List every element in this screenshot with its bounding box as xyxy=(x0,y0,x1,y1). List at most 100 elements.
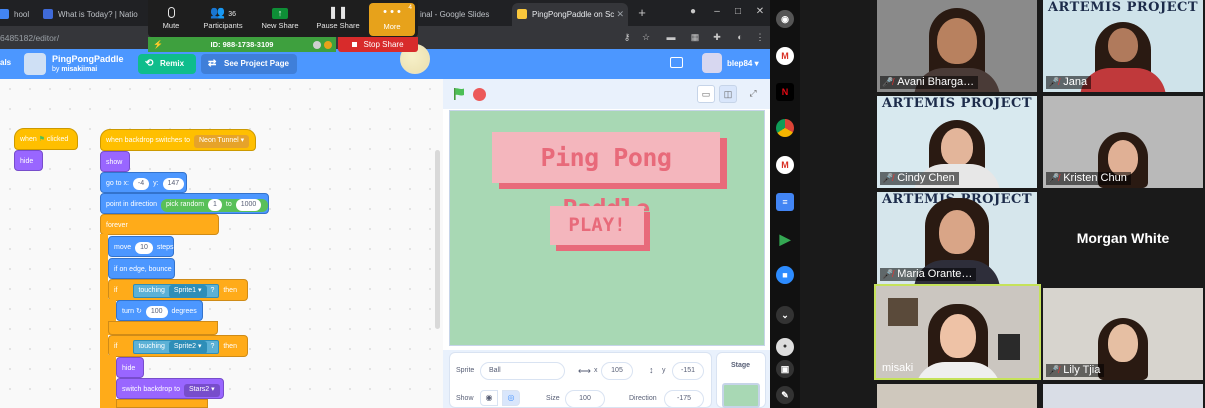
menu-tutorials[interactable]: als xyxy=(0,58,11,67)
docs-icon[interactable]: ≡ xyxy=(776,193,794,211)
forever-block[interactable]: forever xyxy=(100,214,219,235)
participant-tile-avani[interactable]: 🎤̸ Avani Bharga… xyxy=(877,0,1037,92)
username-menu[interactable]: blep84 ▾ xyxy=(727,59,759,68)
url-field[interactable]: 6485182/editor/ xyxy=(0,30,59,46)
show-sprite-eye-icon[interactable]: ◉ xyxy=(480,390,498,406)
touching-sprite1-block[interactable]: touching Sprite1 ▾ ? xyxy=(133,284,220,298)
pause-share-button[interactable]: ❚❚ Pause Share xyxy=(312,4,364,36)
x-input[interactable]: -4 xyxy=(132,178,150,190)
fullscreen-icon[interactable]: ⤢ xyxy=(744,85,762,103)
participant-tile-lily[interactable]: 🎤̸ Lily Tjia xyxy=(1043,288,1203,380)
show-block[interactable]: show xyxy=(100,151,130,172)
y-input[interactable]: 147 xyxy=(162,178,185,190)
participants-button[interactable]: 👥 36 Participants xyxy=(198,4,248,36)
muted-mic-icon: 🎤̸ xyxy=(1048,77,1060,87)
go-to-xy-block[interactable]: go to x: -4 y: 147 xyxy=(100,172,187,193)
x-position-input[interactable]: 105 xyxy=(601,362,633,380)
sprite-name-input[interactable]: Ball xyxy=(480,362,565,380)
play-store-icon[interactable]: ▶ xyxy=(776,230,794,248)
if-on-edge-bounce-block[interactable]: if on edge, bounce xyxy=(108,258,175,279)
extension-icon[interactable]: ▦ xyxy=(688,30,702,44)
participant-tile-partial-2[interactable] xyxy=(1043,384,1203,408)
degrees-input[interactable]: 100 xyxy=(145,306,168,318)
random-from-input[interactable]: 1 xyxy=(208,199,222,211)
chrome-icon[interactable] xyxy=(776,119,794,137)
pick-random-block[interactable]: pick random 1 to 1000 xyxy=(160,199,269,212)
gmail-icon[interactable]: M xyxy=(776,47,794,65)
participant-tile-morgan[interactable]: Morgan White xyxy=(1043,192,1203,284)
switch-backdrop-block[interactable]: switch backdrop to Stars2 ▾ xyxy=(116,378,224,399)
participant-tile-jana[interactable]: ARTEMIS PROJECT 🎤̸ Jana xyxy=(1043,0,1203,92)
participant-tile-maria[interactable]: ARTEMIS PROJECT 🎤̸ Maria Orante… xyxy=(877,192,1037,284)
hide-sprite-eye-icon[interactable]: ◎ xyxy=(502,390,520,406)
direction-input[interactable]: -175 xyxy=(664,390,704,408)
participant-tile-misaki[interactable]: misaki xyxy=(874,284,1041,380)
minimize-toolbar-icon[interactable] xyxy=(313,41,321,49)
user-avatar[interactable] xyxy=(702,53,722,73)
backdrop-dropdown[interactable]: Neon Tunnel ▾ xyxy=(194,135,250,148)
direction-label: Direction xyxy=(629,395,657,402)
maximize-icon[interactable]: □ xyxy=(731,5,745,19)
size-label: Size xyxy=(546,395,560,402)
if-touching-sprite1-block[interactable]: if touching Sprite1 ▾ ? then xyxy=(108,279,248,301)
avatar[interactable]: ◐ xyxy=(733,30,747,44)
tab-pingpongpaddle[interactable]: PingPongPaddle on Sc ✕ xyxy=(512,3,628,26)
pen-icon[interactable]: ✎ xyxy=(776,386,794,404)
hide-block[interactable]: hide xyxy=(14,150,43,171)
gmail-icon-2[interactable]: M xyxy=(776,156,794,174)
when-flag-clicked-block[interactable]: when ⚑ clicked xyxy=(14,128,78,150)
bookmark-star-icon[interactable]: ☆ xyxy=(639,30,653,44)
files-icon[interactable]: ▣ xyxy=(776,360,794,378)
sprite2-dropdown[interactable]: Sprite2 ▾ xyxy=(168,341,207,354)
robot-icon[interactable]: ● xyxy=(776,338,794,356)
new-share-button[interactable]: ↑ New Share xyxy=(256,4,304,36)
new-tab-button[interactable]: + xyxy=(635,4,649,22)
netflix-icon[interactable]: N xyxy=(776,83,794,101)
sprite1-dropdown[interactable]: Sprite1 ▾ xyxy=(168,285,207,298)
puzzle-icon[interactable]: ✚ xyxy=(710,30,724,44)
move-steps-block[interactable]: move 10 steps xyxy=(108,236,174,257)
steps-input[interactable]: 10 xyxy=(135,242,153,254)
participant-tile-cindy[interactable]: ARTEMIS PROJECT 🎤̸ Cindy Chen xyxy=(877,96,1037,188)
tab-what-is-today[interactable]: What is Today? | Natio xyxy=(38,3,148,26)
tab-school[interactable]: hool xyxy=(0,3,36,26)
y-position-input[interactable]: -151 xyxy=(672,362,704,380)
zoom-app-icon[interactable]: ■ xyxy=(776,266,794,284)
stop-share-button[interactable]: Stop Share xyxy=(338,37,418,52)
when-backdrop-switches-block[interactable]: when backdrop switches to Neon Tunnel ▾ xyxy=(100,129,256,151)
remix-button[interactable]: ⟲ Remix xyxy=(138,54,196,74)
touching-sprite2-block[interactable]: touching Sprite2 ▾ ? xyxy=(133,340,220,354)
normal-stage-icon[interactable]: ◫ xyxy=(719,85,737,103)
size-input[interactable]: 100 xyxy=(565,390,605,408)
chrome-menu-icon[interactable]: ⋮ xyxy=(753,30,767,44)
close-tab-icon[interactable]: ✕ xyxy=(616,3,624,26)
project-title[interactable]: PingPongPaddle xyxy=(52,54,124,64)
hide-block-2[interactable]: hide xyxy=(116,357,144,378)
turn-degrees-block[interactable]: turn ↻ 100 degrees xyxy=(116,300,203,321)
random-to-input[interactable]: 1000 xyxy=(235,199,262,211)
point-in-direction-block[interactable]: point in direction pick random 1 to 1000 xyxy=(100,193,269,214)
mute-button[interactable]: Mute xyxy=(156,4,186,36)
stage-label: Stage xyxy=(731,362,751,369)
participant-tile-kristen[interactable]: 🎤̸ Kristen Chun xyxy=(1043,96,1203,188)
green-flag-run-icon[interactable] xyxy=(452,87,466,101)
more-button[interactable]: • • • 4 More xyxy=(369,3,415,36)
close-window-icon[interactable]: ✕ xyxy=(753,5,767,19)
see-project-page-button[interactable]: ⇄ See Project Page xyxy=(201,54,297,74)
small-stage-icon[interactable]: ▭ xyxy=(697,85,715,103)
stop-icon[interactable] xyxy=(473,88,486,101)
backdrop2-dropdown[interactable]: Stars2 ▾ xyxy=(183,384,220,397)
minimize-icon[interactable]: – xyxy=(710,5,724,19)
launcher-icon[interactable]: ◉ xyxy=(776,10,794,28)
play-button[interactable]: PLAY! xyxy=(550,206,644,245)
profile-icon[interactable]: ● xyxy=(686,5,700,19)
code-scrollbar[interactable] xyxy=(435,150,440,329)
key-icon[interactable]: ⚷ xyxy=(620,30,634,44)
tab-google-slides[interactable]: inal - Google Slides xyxy=(418,3,510,26)
extension-menu-icon[interactable]: ▬ xyxy=(664,30,678,44)
if-touching-sprite2-block[interactable]: if touching Sprite2 ▾ ? then xyxy=(108,335,248,357)
stage-thumbnail[interactable] xyxy=(722,383,760,408)
participant-tile-partial-1[interactable] xyxy=(877,384,1037,408)
expand-icon[interactable]: ⌄ xyxy=(776,306,794,324)
folder-icon[interactable] xyxy=(670,57,683,68)
